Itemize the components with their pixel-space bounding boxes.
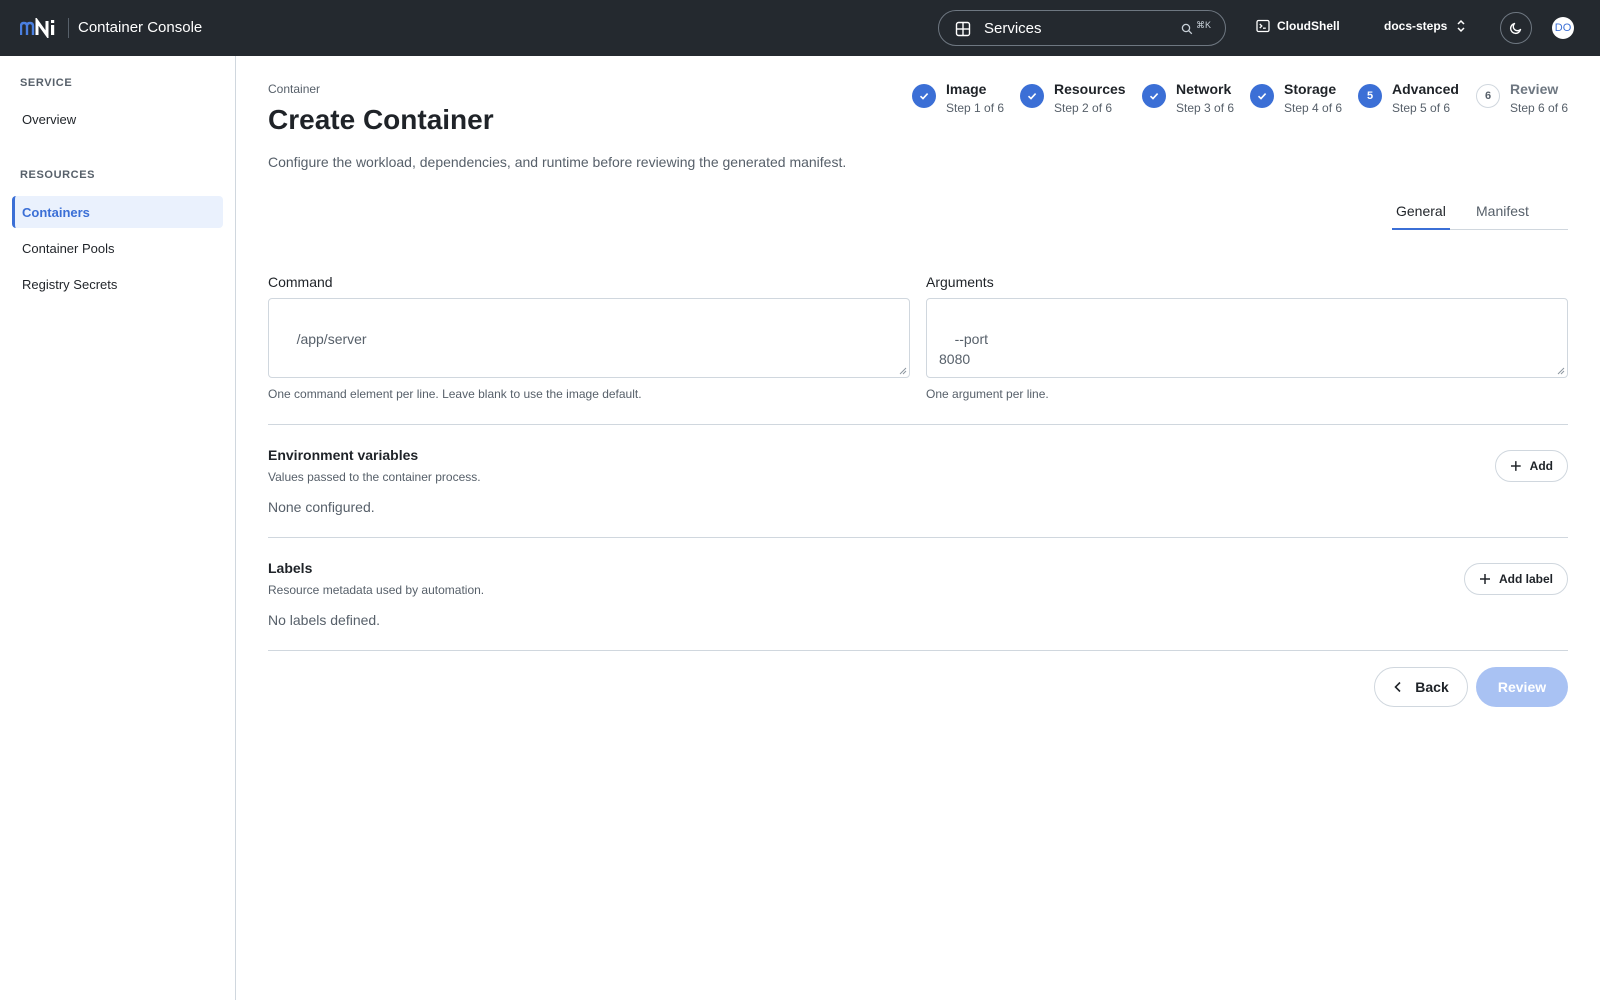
top-bar: Container Console Services ⌘K CloudShell… (0, 0, 1600, 56)
step-complete-icon (912, 84, 936, 108)
brand-logo[interactable] (20, 17, 60, 39)
sidebar-item-container-pools[interactable]: Container Pools (12, 232, 223, 264)
active-tab-indicator (1392, 228, 1450, 230)
arguments-value: --port 8080 (939, 331, 989, 367)
arguments-textarea[interactable]: --port 8080 (926, 298, 1568, 378)
sidebar-heading-service: SERVICE (20, 77, 73, 89)
step-number: 6 (1476, 84, 1500, 108)
env-section-title: Environment variables (268, 447, 419, 463)
sidebar-heading-resources: RESOURCES (20, 169, 96, 181)
step-complete-icon (1142, 84, 1166, 108)
add-label-text: Add label (1499, 572, 1554, 586)
add-env-label: Add (1529, 459, 1553, 473)
services-search[interactable]: Services ⌘K (938, 10, 1226, 46)
check-icon (1149, 93, 1159, 100)
sidebar: SERVICE Overview RESOURCES Containers Co… (0, 56, 236, 1000)
main-content: Container Create Container Configure the… (236, 56, 1600, 1000)
search-shortcut: ⌘K (1196, 20, 1212, 30)
project-selector[interactable]: docs-steps (1384, 19, 1467, 33)
env-empty-state: None configured. (268, 499, 375, 515)
sidebar-item-containers[interactable]: Containers (12, 196, 223, 228)
step-sublabel: Step 5 of 6 (1392, 101, 1451, 115)
check-icon (1027, 93, 1037, 100)
step-label: Resources (1054, 81, 1126, 97)
labels-empty-state: No labels defined. (268, 612, 381, 628)
section-divider (268, 537, 1568, 538)
review-button[interactable]: Review (1476, 667, 1568, 707)
arguments-hint: One argument per line. (926, 387, 1049, 401)
check-icon (919, 93, 929, 100)
resize-grip-icon[interactable] (899, 367, 907, 375)
view-tabs: General Manifest (1392, 198, 1568, 230)
step-sublabel: Step 4 of 6 (1284, 101, 1343, 115)
search-placeholder: Services (984, 20, 1042, 37)
step-label: Advanced (1392, 81, 1459, 97)
back-button[interactable]: Back (1374, 667, 1468, 707)
terminal-icon (1256, 19, 1270, 33)
step-sublabel: Step 3 of 6 (1176, 101, 1235, 115)
step-complete-icon (1250, 84, 1274, 108)
tab-manifest[interactable]: Manifest (1476, 203, 1529, 219)
resize-grip-icon[interactable] (1557, 367, 1565, 375)
cloudshell-button[interactable]: CloudShell (1256, 19, 1340, 33)
page-description: Configure the workload, dependencies, an… (268, 154, 847, 170)
tab-general[interactable]: General (1396, 203, 1446, 219)
moon-icon (1509, 22, 1522, 35)
labels-section-subtitle: Resource metadata used by automation. (268, 583, 485, 597)
back-label: Back (1415, 679, 1449, 695)
grid-icon (955, 21, 971, 37)
arguments-label: Arguments (926, 274, 994, 290)
plus-icon (1480, 574, 1490, 584)
app-title[interactable]: Container Console (78, 19, 202, 36)
logo-mark-icon (20, 18, 55, 38)
breadcrumb[interactable]: Container (268, 82, 320, 96)
command-textarea[interactable]: /app/server (268, 298, 910, 378)
section-divider (268, 424, 1568, 425)
step-sublabel: Step 6 of 6 (1510, 101, 1569, 115)
step-label: Network (1176, 81, 1232, 97)
step-number: 5 (1358, 84, 1382, 108)
page-title: Create Container (268, 104, 494, 135)
step-label: Review (1510, 81, 1559, 97)
step-complete-icon (1020, 84, 1044, 108)
chevron-left-icon (1394, 681, 1401, 693)
env-section-subtitle: Values passed to the container process. (268, 470, 481, 484)
labels-section-title: Labels (268, 560, 313, 576)
sidebar-item-registry-secrets[interactable]: Registry Secrets (12, 268, 223, 300)
plus-icon (1510, 461, 1521, 471)
step-label: Storage (1284, 81, 1337, 97)
logo-divider (68, 18, 69, 38)
project-label: docs-steps (1384, 19, 1448, 33)
cloudshell-label: CloudShell (1277, 19, 1340, 33)
user-avatar[interactable]: DO (1552, 17, 1574, 39)
add-label-button[interactable]: Add label (1464, 563, 1568, 595)
step-sublabel: Step 2 of 6 (1054, 101, 1113, 115)
chevron-updown-icon (1457, 19, 1465, 33)
section-divider (268, 650, 1568, 651)
command-hint: One command element per line. Leave blan… (268, 387, 642, 401)
step-label: Image (946, 81, 987, 97)
add-env-button[interactable]: Add (1495, 450, 1568, 482)
search-icon (1181, 23, 1193, 35)
step-sublabel: Step 1 of 6 (946, 101, 1005, 115)
sidebar-item-overview[interactable]: Overview (12, 103, 223, 135)
command-label: Command (268, 274, 333, 290)
check-icon (1257, 93, 1267, 100)
command-value: /app/server (296, 331, 367, 347)
theme-toggle-button[interactable] (1500, 12, 1532, 44)
